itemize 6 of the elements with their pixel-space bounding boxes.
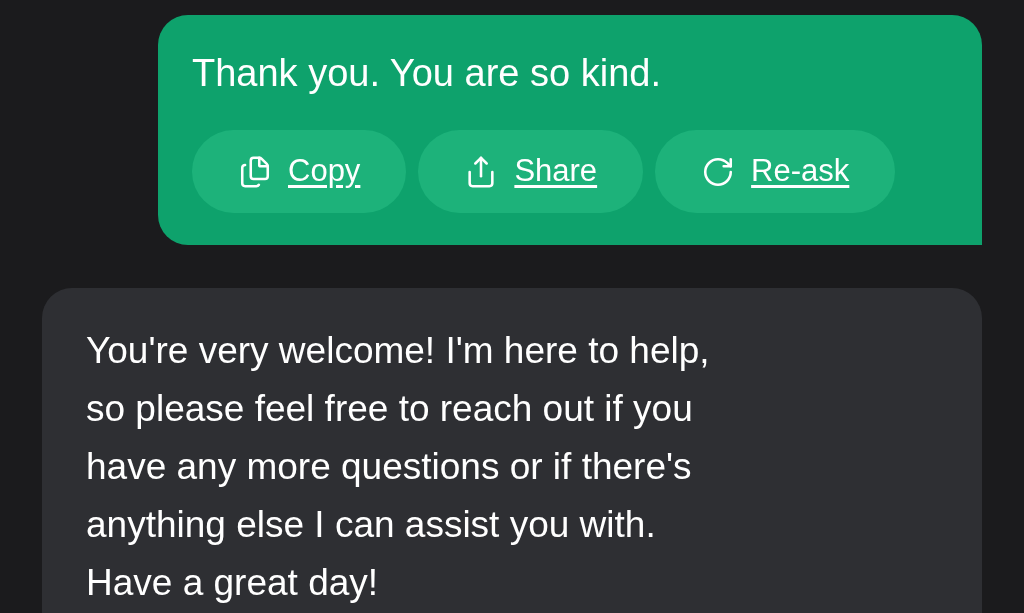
copy-icon bbox=[238, 154, 272, 189]
message-text: Thank you. You are so kind. bbox=[192, 51, 661, 95]
message-text: You're very welcome! I'm here to help, so please feel free to reach out if you have any more questions or if there's anything else I can assist you with. Have a great day! bbox=[86, 329, 711, 605]
reask-button[interactable]: Re-ask bbox=[655, 130, 896, 213]
share-button[interactable]: Share bbox=[418, 130, 644, 213]
copy-button[interactable]: Copy bbox=[192, 130, 407, 213]
